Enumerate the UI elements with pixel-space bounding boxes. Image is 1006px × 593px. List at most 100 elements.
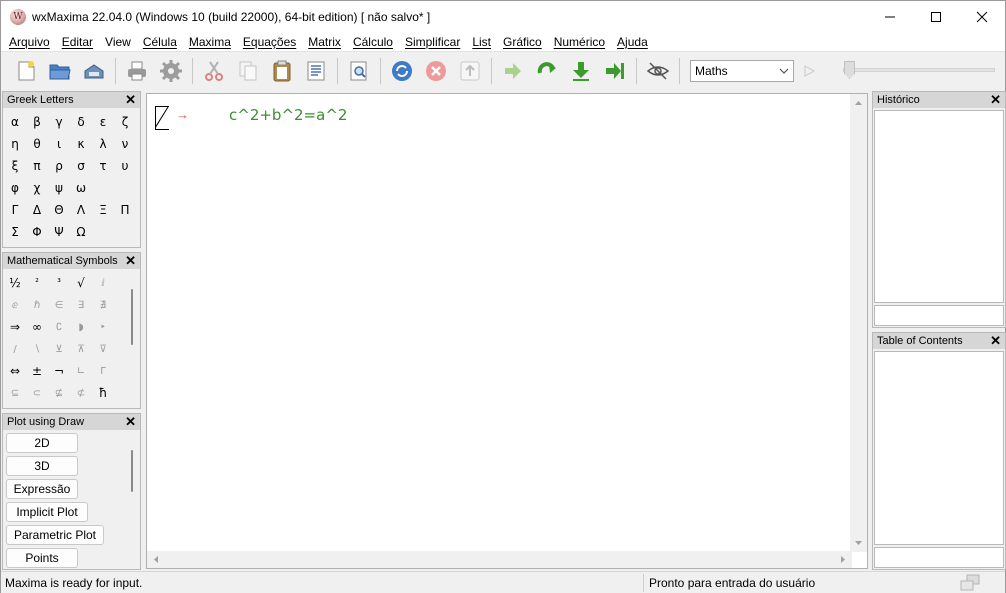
save-button[interactable] bbox=[77, 55, 111, 87]
plot-3d-button[interactable]: 3D bbox=[6, 456, 78, 476]
math-symbol-button[interactable]: ± bbox=[26, 360, 48, 382]
vertical-scrollbar[interactable] bbox=[850, 94, 867, 552]
greek-letter-button[interactable]: α bbox=[4, 111, 26, 133]
math-symbol-button[interactable]: ¬ bbox=[48, 360, 70, 382]
menu-ajuda[interactable]: Ajuda bbox=[611, 33, 654, 51]
math-symbol-button[interactable]: ⊽ bbox=[92, 338, 114, 360]
print-button[interactable] bbox=[120, 55, 154, 87]
greek-letter-button[interactable]: Ω bbox=[70, 221, 92, 243]
math-symbol-button[interactable]: ½ bbox=[4, 272, 26, 294]
worksheet[interactable]: → c^2+b^2=a^2 bbox=[146, 93, 868, 569]
evaluate-to-end-button[interactable] bbox=[598, 55, 632, 87]
math-symbol-button[interactable]: ⅇ bbox=[4, 294, 26, 316]
greek-letter-button[interactable]: ρ bbox=[48, 155, 70, 177]
cell-input-text[interactable]: c^2+b^2=a^2 bbox=[229, 106, 347, 124]
math-symbol-button[interactable]: ħ bbox=[92, 382, 114, 404]
math-symbol-button[interactable]: ² bbox=[26, 272, 48, 294]
close-icon[interactable]: ✕ bbox=[125, 93, 136, 106]
menu-arquivo[interactable]: Arquivo bbox=[3, 33, 56, 51]
menu-maxima[interactable]: Maxima bbox=[183, 33, 237, 51]
cell-type-select[interactable]: Maths bbox=[690, 60, 794, 82]
greek-letter-button[interactable]: Π bbox=[114, 199, 136, 221]
math-symbol-button[interactable]: ◗ bbox=[70, 316, 92, 338]
greek-letter-button[interactable]: Σ bbox=[4, 221, 26, 243]
greek-letter-button[interactable]: γ bbox=[48, 111, 70, 133]
math-symbol-button[interactable]: √ bbox=[70, 272, 92, 294]
math-symbol-button[interactable]: ³ bbox=[48, 272, 70, 294]
plot-expression-button[interactable]: Expressão bbox=[6, 479, 78, 499]
new-button[interactable] bbox=[9, 55, 43, 87]
math-symbol-button[interactable]: ∃ bbox=[70, 294, 92, 316]
greek-letter-button[interactable]: κ bbox=[70, 133, 92, 155]
greek-letter-button[interactable]: Γ bbox=[4, 199, 26, 221]
math-symbol-button[interactable]: ⇒ bbox=[4, 316, 26, 338]
animation-slider-track[interactable] bbox=[843, 68, 995, 72]
close-button[interactable] bbox=[959, 1, 1005, 32]
math-symbol-button[interactable]: ℏ bbox=[26, 294, 48, 316]
greek-letter-button[interactable]: Ξ bbox=[92, 199, 114, 221]
math-symbol-button[interactable]: ⊄ bbox=[70, 382, 92, 404]
greek-letter-button[interactable]: ξ bbox=[4, 155, 26, 177]
menu-equacoes[interactable]: Equações bbox=[237, 33, 302, 51]
close-icon[interactable]: ✕ bbox=[990, 334, 1001, 347]
greek-letter-button[interactable]: ε bbox=[92, 111, 114, 133]
plot-2d-button[interactable]: 2D bbox=[6, 433, 78, 453]
interrupt-button[interactable] bbox=[419, 55, 453, 87]
greek-letter-button[interactable]: τ bbox=[92, 155, 114, 177]
copy-button[interactable] bbox=[231, 55, 265, 87]
minimize-button[interactable] bbox=[867, 1, 913, 32]
math-symbol-button[interactable]: ⊆ bbox=[4, 382, 26, 404]
points-button[interactable]: Points bbox=[6, 548, 78, 568]
math-symbol-button[interactable]: / bbox=[4, 338, 26, 360]
greek-letter-button[interactable]: Λ bbox=[70, 199, 92, 221]
scroll-indicator[interactable] bbox=[131, 450, 133, 492]
animation-play-button[interactable] bbox=[794, 55, 824, 87]
evaluate-all-button[interactable] bbox=[530, 55, 564, 87]
toc-filter-input[interactable] bbox=[874, 547, 1004, 568]
close-icon[interactable]: ✕ bbox=[125, 415, 136, 428]
math-symbol-button[interactable]: ∁ bbox=[48, 316, 70, 338]
cell-bracket[interactable] bbox=[155, 106, 169, 130]
greek-letter-button[interactable]: ι bbox=[48, 133, 70, 155]
math-symbol-button[interactable]: ⊼ bbox=[70, 338, 92, 360]
menu-list[interactable]: List bbox=[466, 33, 497, 51]
math-symbol-button[interactable]: ‣ bbox=[92, 316, 114, 338]
greek-letter-button[interactable]: ν bbox=[114, 133, 136, 155]
parametric-plot-button[interactable]: Parametric Plot bbox=[6, 525, 104, 545]
math-symbol-button[interactable]: ⊂ bbox=[26, 382, 48, 404]
open-button[interactable] bbox=[43, 55, 77, 87]
math-symbol-button[interactable]: ∞ bbox=[26, 316, 48, 338]
math-symbol-button[interactable]: ⊈ bbox=[48, 382, 70, 404]
greek-letter-button[interactable]: δ bbox=[70, 111, 92, 133]
menu-simplificar[interactable]: Simplificar bbox=[399, 33, 466, 51]
greek-letter-button[interactable]: Δ bbox=[26, 199, 48, 221]
menu-numerico[interactable]: Numérico bbox=[548, 33, 611, 51]
implicit-plot-button[interactable]: Implicit Plot bbox=[6, 502, 88, 522]
close-icon[interactable]: ✕ bbox=[125, 254, 136, 267]
greek-letter-button[interactable]: Θ bbox=[48, 199, 70, 221]
find-button[interactable] bbox=[342, 55, 376, 87]
restart-maxima-button[interactable] bbox=[385, 55, 419, 87]
menu-view[interactable]: View bbox=[99, 33, 137, 51]
greek-letter-button[interactable]: φ bbox=[4, 177, 26, 199]
maximize-button[interactable] bbox=[913, 1, 959, 32]
math-symbol-button[interactable]: Γ bbox=[92, 360, 114, 382]
greek-letter-button[interactable]: ψ bbox=[48, 177, 70, 199]
menu-editar[interactable]: Editar bbox=[56, 33, 99, 51]
paste-button[interactable] bbox=[265, 55, 299, 87]
greek-letter-button[interactable]: χ bbox=[26, 177, 48, 199]
select-all-button[interactable] bbox=[299, 55, 333, 87]
hide-code-button[interactable] bbox=[641, 55, 675, 87]
greek-letter-button[interactable]: λ bbox=[92, 133, 114, 155]
math-symbol-button[interactable]: ∈ bbox=[48, 294, 70, 316]
math-symbol-button[interactable]: ∖ bbox=[26, 338, 48, 360]
evaluate-cell-button[interactable] bbox=[496, 55, 530, 87]
greek-letter-button[interactable]: σ bbox=[70, 155, 92, 177]
greek-letter-button[interactable]: Φ bbox=[26, 221, 48, 243]
greek-letter-button[interactable]: θ bbox=[26, 133, 48, 155]
menu-matrix[interactable]: Matrix bbox=[302, 33, 347, 51]
math-symbol-button[interactable]: ⊻ bbox=[48, 338, 70, 360]
horizontal-scrollbar[interactable] bbox=[147, 551, 852, 568]
menu-grafico[interactable]: Gráfico bbox=[497, 33, 548, 51]
greek-letter-button[interactable]: η bbox=[4, 133, 26, 155]
